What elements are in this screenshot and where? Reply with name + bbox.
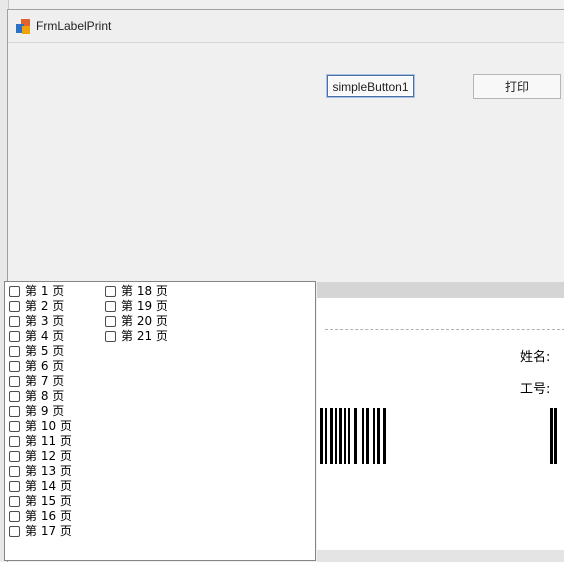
page-checkbox-label: 第 5 页 (25, 344, 65, 358)
page-checkbox-label: 第 4 页 (25, 329, 65, 343)
page-checkbox-item[interactable]: 第 15 页 (9, 494, 72, 509)
page-checkbox-label: 第 14 页 (25, 479, 72, 493)
page-checkbox-item[interactable]: 第 19 页 (105, 299, 168, 314)
page-checkbox-label: 第 2 页 (25, 299, 65, 313)
page-checkbox-label: 第 1 页 (25, 284, 65, 298)
page-checkbox-label: 第 9 页 (25, 404, 65, 418)
page-checkbox-item[interactable]: 第 20 页 (105, 314, 168, 329)
name-label: 姓名: (520, 350, 551, 365)
page-checkbox-label: 第 21 页 (121, 329, 168, 343)
checkbox[interactable] (9, 331, 20, 342)
checkbox[interactable] (9, 376, 20, 387)
page-checklist-dropdown[interactable]: 第 1 页第 2 页第 3 页第 4 页第 5 页第 6 页第 7 页第 8 页… (4, 281, 316, 561)
app-icon (16, 19, 32, 35)
page-checkbox-label: 第 10 页 (25, 419, 72, 433)
page-checkbox-label: 第 11 页 (25, 434, 72, 448)
page-checkbox-item[interactable]: 第 21 页 (105, 329, 168, 344)
page-checkbox-item[interactable]: 第 5 页 (9, 344, 72, 359)
label-preview: 姓名: 工号: (317, 282, 564, 562)
employee-id-label: 工号: (520, 382, 551, 397)
title-bar[interactable]: FrmLabelPrint (8, 10, 564, 43)
checkbox[interactable] (105, 301, 116, 312)
page-checkbox-label: 第 15 页 (25, 494, 72, 508)
simple-button-1[interactable]: simpleButton1 (327, 75, 414, 97)
page-checkbox-label: 第 17 页 (25, 524, 72, 538)
page-list-column-1: 第 1 页第 2 页第 3 页第 4 页第 5 页第 6 页第 7 页第 8 页… (9, 284, 72, 539)
page-checkbox-label: 第 12 页 (25, 449, 72, 463)
page-checkbox-item[interactable]: 第 6 页 (9, 359, 72, 374)
preview-footer (317, 550, 564, 562)
checkbox[interactable] (105, 331, 116, 342)
checkbox[interactable] (9, 391, 20, 402)
checkbox[interactable] (9, 526, 20, 537)
page-checkbox-item[interactable]: 第 11 页 (9, 434, 72, 449)
checkbox[interactable] (105, 316, 116, 327)
page-checkbox-label: 第 18 页 (121, 284, 168, 298)
checkbox[interactable] (9, 481, 20, 492)
page-checkbox-label: 第 6 页 (25, 359, 65, 373)
page-checkbox-item[interactable]: 第 3 页 (9, 314, 72, 329)
checkbox[interactable] (105, 286, 116, 297)
barcode-image-2 (550, 408, 560, 464)
page-checkbox-item[interactable]: 第 18 页 (105, 284, 168, 299)
checkbox[interactable] (9, 346, 20, 357)
window-title: FrmLabelPrint (36, 19, 112, 33)
page-checkbox-item[interactable]: 第 8 页 (9, 389, 72, 404)
page-checkbox-item[interactable]: 第 9 页 (9, 404, 72, 419)
page-checkbox-item[interactable]: 第 17 页 (9, 524, 72, 539)
page-checkbox-label: 第 19 页 (121, 299, 168, 313)
checkbox[interactable] (9, 436, 20, 447)
checkbox[interactable] (9, 361, 20, 372)
print-button[interactable]: 打印 (473, 74, 561, 99)
barcode-image (320, 408, 390, 464)
page-checkbox-label: 第 8 页 (25, 389, 65, 403)
page-checkbox-item[interactable]: 第 16 页 (9, 509, 72, 524)
page-checkbox-item[interactable]: 第 1 页 (9, 284, 72, 299)
page-checkbox-item[interactable]: 第 4 页 (9, 329, 72, 344)
page-checkbox-label: 第 20 页 (121, 314, 168, 328)
page-checkbox-item[interactable]: 第 2 页 (9, 299, 72, 314)
page-checkbox-label: 第 7 页 (25, 374, 65, 388)
checkbox[interactable] (9, 301, 20, 312)
page-checkbox-item[interactable]: 第 13 页 (9, 464, 72, 479)
page-checkbox-label: 第 3 页 (25, 314, 65, 328)
checkbox[interactable] (9, 406, 20, 417)
checkbox[interactable] (9, 466, 20, 477)
page-checkbox-label: 第 16 页 (25, 509, 72, 523)
checkbox[interactable] (9, 316, 20, 327)
page-checkbox-item[interactable]: 第 7 页 (9, 374, 72, 389)
checkbox[interactable] (9, 496, 20, 507)
preview-divider (325, 329, 564, 330)
checkbox[interactable] (9, 286, 20, 297)
page-checkbox-item[interactable]: 第 14 页 (9, 479, 72, 494)
page-checkbox-item[interactable]: 第 12 页 (9, 449, 72, 464)
page-list-column-2: 第 18 页第 19 页第 20 页第 21 页 (105, 284, 168, 344)
preview-header-bar (317, 282, 564, 298)
page-checkbox-label: 第 13 页 (25, 464, 72, 478)
checkbox[interactable] (9, 451, 20, 462)
checkbox[interactable] (9, 511, 20, 522)
checkbox[interactable] (9, 421, 20, 432)
page-checkbox-item[interactable]: 第 10 页 (9, 419, 72, 434)
